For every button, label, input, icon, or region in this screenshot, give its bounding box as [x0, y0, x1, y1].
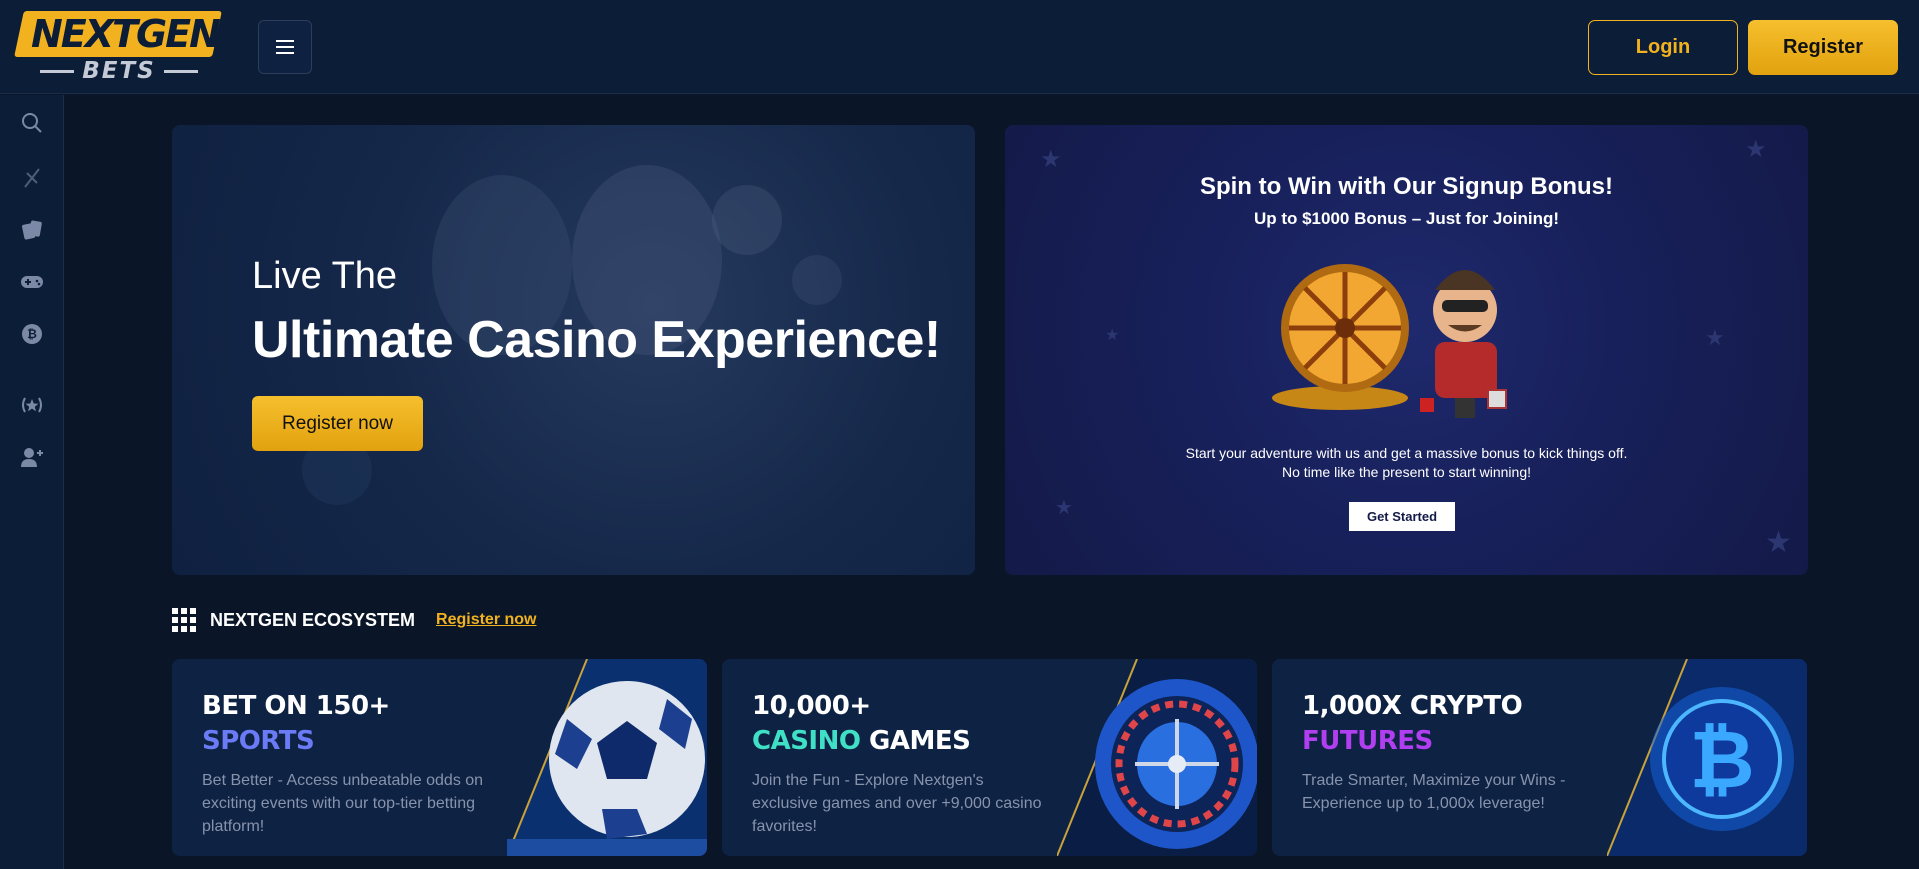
grid-icon	[172, 608, 196, 632]
register-button[interactable]: Register	[1748, 20, 1898, 75]
crypto-icon[interactable]: ₿	[20, 322, 44, 346]
signup-bonus-banner: ★ ★ ★ ★ ★ ★ Spin to Win with Our Signup …	[1005, 125, 1808, 575]
spin-wheel-mascot-illustration	[1272, 264, 1507, 418]
star-decoration: ★	[1040, 146, 1062, 173]
svg-text:₿: ₿	[27, 327, 37, 341]
search-icon[interactable]	[20, 111, 44, 135]
add-user-icon[interactable]	[20, 445, 44, 469]
svg-text:₿: ₿	[1689, 713, 1754, 806]
casino-hero-banner: Live The Ultimate Casino Experience! Reg…	[172, 125, 975, 575]
card-title-accent: FUTURES	[1302, 726, 1433, 756]
cards-icon[interactable]	[20, 218, 44, 242]
promo-description-line1: Start your adventure with us and get a m…	[1185, 445, 1628, 461]
casino-games-card[interactable]: 10,000+ CASINO GAMES Join the Fun - Expl…	[722, 659, 1257, 856]
roulette-wheel-image	[1057, 659, 1257, 856]
nextgen-bets-logo[interactable]: NEXTGEN BETS	[14, 11, 222, 84]
card-description: Join the Fun - Explore Nextgen's exclusi…	[752, 772, 1042, 835]
hero-register-button[interactable]: Register now	[252, 396, 423, 451]
hamburger-menu-button[interactable]	[258, 20, 312, 74]
sidebar: ₿	[0, 95, 64, 869]
login-button[interactable]: Login	[1588, 20, 1738, 75]
promotions-icon[interactable]	[20, 393, 44, 417]
promo-description-line2: No time like the present to start winnin…	[1281, 464, 1531, 480]
gamepad-icon[interactable]	[20, 270, 44, 294]
logo-line-right	[163, 69, 198, 73]
get-started-button[interactable]: Get Started	[1349, 502, 1455, 531]
soccer-ball-image	[507, 659, 707, 856]
card-title: 10,000+	[752, 691, 871, 721]
sports-card[interactable]: BET ON 150+ SPORTS Bet Better - Access u…	[172, 659, 707, 856]
star-decoration: ★	[1745, 136, 1767, 163]
promo-subtitle: Up to $1000 Bonus – Just for Joining!	[1253, 209, 1560, 228]
sports-icon[interactable]	[20, 166, 44, 190]
hero-heading-line2: Ultimate Casino Experience!	[252, 311, 941, 369]
logo-text-top: NEXTGEN	[31, 12, 221, 56]
card-title: 1,000X CRYPTO	[1302, 691, 1523, 721]
card-title: BET ON 150+	[202, 691, 390, 721]
promo-title: Spin to Win with Our Signup Bonus!	[1199, 173, 1614, 200]
card-description: Bet Better - Access unbeatable odds on e…	[202, 772, 484, 835]
logo-subtitle: BETS	[39, 58, 199, 84]
logo-line-left	[40, 69, 75, 73]
promo-description: Start your adventure with us and get a m…	[1005, 444, 1808, 482]
card-title-rest: GAMES	[860, 726, 971, 756]
bitcoin-coin-image: ₿	[1607, 659, 1807, 856]
ecosystem-header: NEXTGEN ECOSYSTEM Register now	[172, 607, 537, 633]
hero-heading-line1: Live The	[252, 255, 398, 297]
ecosystem-register-link[interactable]: Register now	[436, 611, 536, 629]
logo-text-bottom: BETS	[82, 58, 156, 84]
card-title-accent: CASINO	[752, 726, 861, 756]
menu-icon	[276, 40, 294, 42]
top-header: NEXTGEN BETS Login Register	[0, 0, 1919, 94]
crypto-futures-card[interactable]: 1,000X CRYPTO FUTURES Trade Smarter, Max…	[1272, 659, 1807, 856]
card-title-line2: CASINO GAMES	[752, 726, 971, 756]
card-description: Trade Smarter, Maximize your Wins - Expe…	[1302, 772, 1566, 812]
ecosystem-title: NEXTGEN ECOSYSTEM	[210, 609, 416, 630]
card-title-accent: SPORTS	[202, 726, 315, 756]
